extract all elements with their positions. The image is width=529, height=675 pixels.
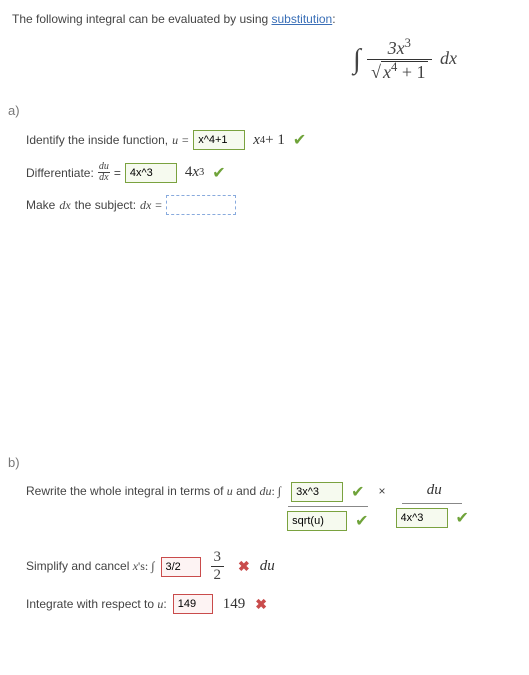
cross-icon: ✖ (238, 558, 250, 575)
integral-sign: ∫ (353, 44, 361, 76)
substitution-link[interactable]: substitution (272, 12, 333, 26)
input-numerator[interactable] (291, 482, 343, 502)
line-integrate: Integrate with respect to u: 149 ✖ (26, 594, 517, 614)
input-denom-right[interactable] (396, 508, 448, 528)
dudx-fraction: du dx (98, 162, 110, 183)
check-icon: ✔ (456, 508, 469, 528)
render-u: x4 + 1 (253, 132, 285, 149)
dx-equals: dx = (140, 198, 162, 213)
times-sign: × (379, 482, 386, 498)
and-text: and (233, 484, 260, 498)
input-dudx[interactable] (125, 163, 177, 183)
dx-var: dx (59, 198, 70, 213)
render-dudx: 4x3 (185, 164, 204, 181)
intro-text: The following integral can be evaluated … (12, 12, 517, 26)
u-equals: u = (172, 133, 189, 148)
intro-prefix: The following integral can be evaluated … (12, 12, 272, 26)
render-frac: 3 2 (211, 549, 225, 584)
identify-text: Identify the inside function, (26, 133, 168, 147)
integral-fraction: 3x3 √x4 + 1 (367, 36, 431, 83)
part-b-body: Rewrite the whole integral in terms of u… (12, 482, 517, 614)
integrate-text: Integrate with respect to (26, 597, 157, 611)
input-denominator[interactable] (287, 511, 347, 531)
line-rewrite: Rewrite the whole integral in terms of u… (26, 482, 517, 531)
input-u[interactable] (193, 130, 245, 150)
check-icon: ✔ (212, 163, 225, 183)
make-prefix: Make (26, 198, 55, 212)
input-simplify[interactable] (161, 557, 201, 577)
check-icon: ✔ (351, 482, 364, 502)
line-identify: Identify the inside function, u = x4 + 1… (26, 130, 517, 150)
du-var: du (259, 484, 271, 498)
render-integrate: 149 (223, 596, 246, 613)
diff-text: Differentiate: (26, 166, 94, 180)
eq-sign: = (114, 166, 121, 180)
line-make-dx: Make dx the subject: dx = (26, 195, 517, 215)
part-a-label: a) (8, 103, 517, 118)
line-differentiate: Differentiate: du dx = 4x3 ✔ (26, 162, 517, 183)
input-integrate[interactable] (173, 594, 213, 614)
make-suffix: the subject: (75, 198, 136, 212)
integral-display: ∫ 3x3 √x4 + 1 dx (12, 36, 517, 83)
cross-icon: ✖ (255, 596, 267, 613)
part-a-body: Identify the inside function, u = x4 + 1… (12, 130, 517, 215)
simplify-text: Simplify and cancel (26, 559, 133, 573)
rewrite-text: Rewrite the whole integral in terms of (26, 484, 227, 498)
part-b-label: b) (8, 455, 517, 470)
dx-label: dx (440, 48, 457, 68)
input-dx[interactable] (166, 195, 236, 215)
intro-suffix: : (332, 12, 335, 26)
check-icon: ✔ (293, 130, 306, 150)
check-icon: ✔ (355, 511, 368, 531)
line-simplify: Simplify and cancel x's: ∫ 3 2 ✖ du (26, 549, 517, 584)
du-label: du (427, 482, 442, 499)
du-render: du (260, 558, 275, 575)
